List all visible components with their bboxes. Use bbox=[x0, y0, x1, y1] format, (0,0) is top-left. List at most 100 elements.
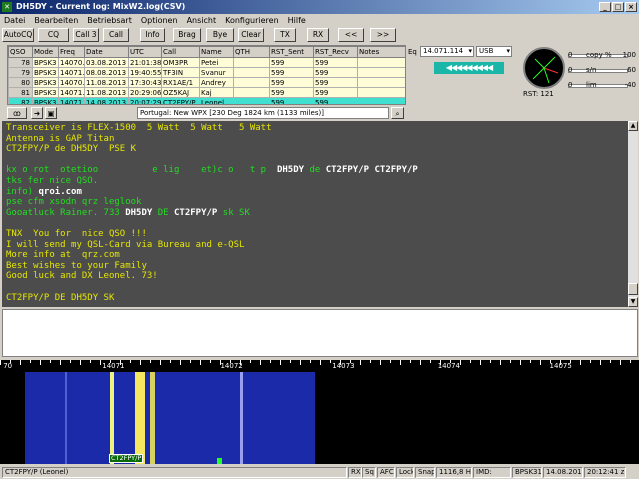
ruler-tick bbox=[30, 360, 31, 363]
toolbar-button-call3[interactable]: Call 3 bbox=[73, 28, 99, 42]
vertical-scrollbar[interactable]: ▲ ▼ bbox=[628, 121, 638, 307]
receive-text-area[interactable]: Transceiver is FLEX-1500 5 Watt 5 Watt 5… bbox=[2, 121, 628, 307]
menu-datei[interactable]: Datei bbox=[4, 14, 25, 27]
table-cell: 599 bbox=[269, 57, 314, 68]
ruler-tick bbox=[610, 360, 611, 363]
ruler-tick bbox=[50, 360, 51, 363]
table-cell: BPSK3 bbox=[32, 97, 59, 104]
column-header-rst_sent[interactable]: RST_Sent bbox=[269, 46, 314, 58]
menu-ansicht[interactable]: Ansicht bbox=[187, 14, 217, 27]
waterfall-spectrum[interactable]: CT2FPY/P bbox=[25, 372, 315, 464]
table-cell: Leonel bbox=[199, 97, 234, 104]
column-header-notes[interactable]: Notes bbox=[357, 46, 405, 58]
glasses-icon[interactable]: ꝏ bbox=[7, 107, 27, 119]
table-row[interactable]: 81 BPSK3 14071. 11.08.2013 20:29:06 OZ5KAJ Kaj… bbox=[8, 87, 405, 98]
rx-text: qroi.com bbox=[38, 186, 82, 197]
column-header-utc[interactable]: UTC bbox=[128, 46, 162, 58]
title-bar[interactable]: ✕ DH5DY - Current log: MixW2.log(CSV) _ … bbox=[0, 0, 639, 14]
column-header-freq[interactable]: Freq bbox=[58, 46, 85, 58]
table-cell: 81 bbox=[8, 87, 33, 98]
ruler-tick bbox=[100, 360, 101, 365]
ruler-tick bbox=[290, 360, 291, 363]
column-header-call[interactable]: Call bbox=[161, 46, 200, 58]
column-header-qth[interactable]: QTH bbox=[233, 46, 270, 58]
table-cell: 19:40:55 bbox=[128, 67, 162, 78]
scroll-up-icon[interactable]: ▲ bbox=[628, 121, 638, 131]
table-cell: OZ5KAJ bbox=[161, 87, 200, 98]
toolbar-button-clear[interactable]: Clear bbox=[238, 28, 264, 42]
meter-label: lim bbox=[586, 81, 597, 89]
column-header-date[interactable]: Date bbox=[84, 46, 129, 58]
rx-line: I will send my QSL-Card via Bureau and e… bbox=[6, 240, 624, 251]
toolbar-button-info[interactable]: Info bbox=[140, 28, 165, 42]
country-info: Portugal: New WPX [230 Deg 1824 km (1133… bbox=[137, 107, 389, 119]
frequency-select[interactable]: 14.071.114 ▾ bbox=[420, 46, 474, 57]
table-cell: 20:07:29 bbox=[128, 97, 162, 104]
ruler-tick bbox=[460, 360, 461, 365]
mixw-icon[interactable]: ✕ bbox=[2, 2, 12, 12]
table-cell bbox=[233, 87, 270, 98]
table-row[interactable]: 79 BPSK3 14071. 08.08.2013 19:40:55 TF3IN Svan… bbox=[8, 67, 405, 78]
menu-konfigurieren[interactable]: Konfigurieren bbox=[225, 14, 279, 27]
window-title: DH5DY - Current log: MixW2.log(CSV) bbox=[16, 2, 186, 11]
search-icon[interactable]: ⌕ bbox=[391, 107, 404, 119]
ruler-tick bbox=[130, 360, 131, 363]
ruler-tick bbox=[420, 360, 421, 365]
rx-line: tks fer nice QSO. bbox=[6, 176, 624, 187]
tune-arrows[interactable]: ◀◀◀◀◀◀◀◀◀ bbox=[434, 62, 504, 74]
frequency-ruler[interactable]: 70 14071 14072 14073 14074 14075 bbox=[0, 360, 639, 372]
table-cell: 599 bbox=[313, 87, 358, 98]
table-cell: 08.08.2013 bbox=[84, 67, 129, 78]
column-header-name[interactable]: Name bbox=[199, 46, 234, 58]
ruler-tick bbox=[80, 360, 81, 365]
ruler-label: 14073 bbox=[332, 362, 355, 370]
table-cell: 21:01:38 bbox=[128, 57, 162, 68]
ruler-tick bbox=[260, 360, 261, 365]
toolbar-button-autocq[interactable]: AutoCQ bbox=[2, 28, 34, 42]
rx-line bbox=[6, 218, 624, 229]
table-row[interactable]: 80 BPSK3 14070. 11.08.2013 17:30:43 RX1AE/1 An… bbox=[8, 77, 405, 88]
toolbar-button-[interactable]: << bbox=[338, 28, 364, 42]
menu-betriebsart[interactable]: Betriebsart bbox=[87, 14, 132, 27]
table-cell: 79 bbox=[8, 67, 33, 78]
minimize-button[interactable]: _ bbox=[599, 2, 611, 12]
table-row[interactable]: 82 BPSK3 14071. 14.08.2013 20:07:29 CT2FPY/P L… bbox=[8, 97, 405, 104]
ruler-tick bbox=[630, 360, 631, 363]
callsign-tag[interactable]: CT2FPY/P bbox=[109, 454, 144, 463]
scroll-down-icon[interactable]: ▼ bbox=[628, 297, 638, 307]
maximize-button[interactable]: □ bbox=[612, 2, 624, 12]
table-cell bbox=[233, 67, 270, 78]
ruler-tick bbox=[430, 360, 431, 363]
toolbar-button-brag[interactable]: Brag bbox=[173, 28, 201, 42]
waterfall-display[interactable]: CT2FPY/P bbox=[0, 372, 639, 464]
rx-text: kx o rot otetioo e lig et)c o t p bbox=[6, 165, 277, 176]
arrow-icon[interactable]: ➜ bbox=[31, 107, 43, 119]
toolbar-button-rx[interactable]: RX bbox=[307, 28, 329, 42]
save-icon[interactable]: ▣ bbox=[45, 107, 57, 119]
toolbar-button-tx[interactable]: TX bbox=[274, 28, 296, 42]
rx-line: Best wishes to your Family bbox=[6, 261, 624, 272]
toolbar-button-call[interactable]: Call bbox=[103, 28, 129, 42]
menu-optionen[interactable]: Optionen bbox=[141, 14, 178, 27]
ruler-tick bbox=[590, 360, 591, 363]
table-row[interactable]: 78 BPSK3 14070. 03.08.2013 21:01:38 OM3PR Pete… bbox=[8, 57, 405, 68]
mode-select[interactable]: USB ▾ bbox=[476, 46, 512, 57]
column-header-qso[interactable]: QSO bbox=[8, 46, 33, 58]
rx-line: TNX You for nice QSO !!! bbox=[6, 229, 624, 240]
rx-text: TNX You for nice QSO !!! bbox=[6, 228, 147, 239]
scroll-thumb[interactable] bbox=[628, 283, 638, 295]
toolbar-button-[interactable]: >> bbox=[370, 28, 396, 42]
toolbar-button-cq[interactable]: CQ bbox=[38, 28, 69, 42]
column-header-mode[interactable]: Mode bbox=[32, 46, 59, 58]
log-table[interactable]: QSO Mode Freq Date UTC Call Name QTH RST_Sent RST… bbox=[7, 45, 406, 105]
status-field-5: Snap bbox=[415, 467, 435, 478]
menu-hilfe[interactable]: Hilfe bbox=[288, 14, 306, 27]
menu-bearbeiten[interactable]: Bearbeiten bbox=[34, 14, 78, 27]
column-header-rst_recv[interactable]: RST_Recv bbox=[313, 46, 358, 58]
window-controls: _ □ × bbox=[599, 2, 637, 12]
transmit-text-area[interactable] bbox=[2, 309, 638, 357]
close-button[interactable]: × bbox=[625, 2, 637, 12]
rst-readout: RST: 121 bbox=[523, 90, 554, 98]
toolbar-button-bye[interactable]: Bye bbox=[206, 28, 234, 42]
rx-text: info) bbox=[6, 186, 39, 197]
